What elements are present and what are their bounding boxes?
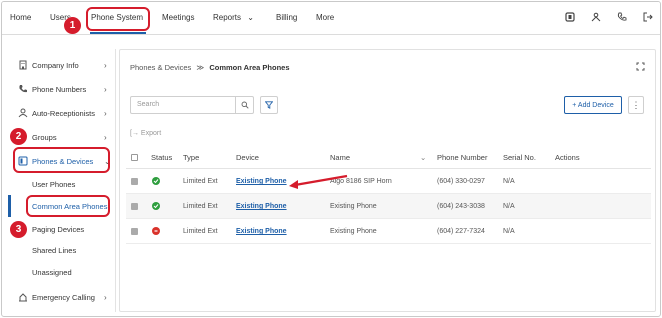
search-icon [241, 101, 249, 109]
column-header-device[interactable]: Device [236, 153, 259, 162]
chevron-right-icon: › [104, 60, 107, 70]
main-panel: Phones & Devices ≫ Common Area Phones Se… [119, 49, 656, 312]
chevron-right-icon: › [104, 292, 107, 302]
sidebar-subitem-shared-lines[interactable]: Shared Lines [32, 246, 76, 255]
nav-reports[interactable]: Reports ⌄ [213, 13, 254, 22]
active-nav-underline [90, 32, 146, 34]
building-icon [19, 60, 27, 70]
cell-phone: (604) 330-0297 [437, 178, 485, 185]
nav-billing[interactable]: Billing [276, 13, 297, 22]
sidebar-item-label: Company Info [32, 60, 79, 70]
breadcrumb-separator: ≫ [196, 63, 205, 72]
cell-type: Limited Ext [183, 178, 218, 185]
user-icon[interactable] [590, 11, 602, 23]
sidebar-item-auto-receptionists[interactable]: Auto-Receptionists › [8, 105, 116, 121]
column-header-status[interactable]: Status [151, 153, 172, 162]
cell-name: Existing Phone [330, 203, 377, 210]
status-online-icon [152, 202, 160, 210]
chevron-right-icon: › [104, 108, 107, 118]
active-indicator [8, 195, 11, 217]
callout-number-1: 1 [64, 17, 81, 34]
logout-icon[interactable] [642, 11, 654, 23]
add-device-button[interactable]: + Add Device [564, 96, 622, 114]
cell-device-link[interactable]: Existing Phone [236, 203, 287, 210]
search-button[interactable] [235, 97, 253, 113]
chevron-right-icon: › [104, 84, 107, 94]
cell-phone: (604) 243-3038 [437, 203, 485, 210]
breadcrumb-current: Common Area Phones [209, 63, 290, 72]
export-label: Export [140, 130, 162, 137]
row-checkbox[interactable] [131, 228, 138, 235]
chevron-right-icon: › [104, 132, 107, 142]
cell-type: Limited Ext [183, 203, 218, 210]
cell-serial: N/A [503, 203, 515, 210]
nav-reports-label: Reports [213, 13, 242, 22]
phone-numbers-icon [19, 85, 27, 93]
status-online-icon [152, 177, 160, 185]
chevron-down-icon: ⌄ [247, 13, 254, 22]
callout-arrow [289, 174, 348, 189]
column-header-serial[interactable]: Serial No. [503, 153, 536, 162]
callout-highlight-phones-devices [13, 147, 110, 173]
callout-number-2: 2 [10, 128, 27, 145]
nav-more[interactable]: More [316, 13, 334, 22]
export-button[interactable]: [→ Export [130, 130, 161, 137]
expand-icon[interactable] [636, 62, 645, 73]
search-placeholder: Search [137, 101, 160, 108]
sort-chevron-icon[interactable]: ⌄ [420, 153, 426, 162]
sidebar-item-label: Phone Numbers [32, 84, 87, 94]
cell-phone: (604) 227-7324 [437, 228, 485, 235]
column-header-actions: Actions [555, 153, 580, 162]
callout-highlight-phone-system [86, 7, 150, 31]
column-header-name[interactable]: Name [330, 153, 350, 162]
app-window: Home Users Phone System Meetings Reports… [1, 1, 661, 317]
nav-meetings[interactable]: Meetings [162, 13, 194, 22]
sidebar-item-label: Groups [32, 132, 57, 142]
sidebar-item-company-info[interactable]: Company Info › [8, 57, 116, 73]
column-header-type[interactable]: Type [183, 153, 199, 162]
row-checkbox[interactable] [131, 178, 138, 185]
column-header-phone-number[interactable]: Phone Number [437, 153, 487, 162]
agent-icon[interactable] [564, 11, 576, 23]
receptionist-icon [18, 108, 28, 118]
filter-button[interactable] [260, 96, 278, 114]
phone-icon[interactable] [616, 11, 628, 23]
sidebar-item-emergency-calling[interactable]: Emergency Calling › [8, 289, 116, 305]
cell-device-link[interactable]: Existing Phone [236, 228, 287, 235]
cell-serial: N/A [503, 178, 515, 185]
sidebar-item-label: Auto-Receptionists [32, 108, 95, 118]
sidebar-item-label: Emergency Calling [32, 292, 95, 302]
table-row[interactable]: Limited Ext Existing Phone Algo 8186 SIP… [126, 169, 651, 194]
select-all-checkbox[interactable] [131, 154, 138, 161]
cell-serial: N/A [503, 228, 515, 235]
more-options-button[interactable]: ⋮ [628, 96, 644, 114]
status-offline-icon [152, 227, 160, 235]
sidebar-subitem-user-phones[interactable]: User Phones [32, 180, 75, 189]
sidebar-subitem-unassigned[interactable]: Unassigned [32, 268, 72, 277]
filter-icon [265, 101, 273, 109]
search-input[interactable]: Search [130, 96, 254, 114]
sidebar-item-phone-numbers[interactable]: Phone Numbers › [8, 81, 116, 97]
cell-name: Existing Phone [330, 228, 377, 235]
table-row[interactable]: Limited Ext Existing Phone Existing Phon… [126, 194, 651, 219]
cell-type: Limited Ext [183, 228, 218, 235]
breadcrumb: Phones & Devices ≫ Common Area Phones [130, 63, 290, 72]
table-row[interactable]: Limited Ext Existing Phone Existing Phon… [126, 219, 651, 244]
callout-number-3: 3 [10, 221, 27, 238]
breadcrumb-parent[interactable]: Phones & Devices [130, 63, 191, 72]
sidebar-subitem-paging-devices[interactable]: Paging Devices [32, 225, 84, 234]
nav-home[interactable]: Home [10, 13, 31, 22]
row-checkbox[interactable] [131, 203, 138, 210]
callout-highlight-common-area-phones [26, 195, 110, 217]
sidebar: Company Info › Phone Numbers › Auto-Rece… [8, 49, 116, 312]
cell-device-link[interactable]: Existing Phone [236, 178, 287, 185]
export-icon: [→ [130, 130, 139, 137]
nav-icon-group [564, 11, 654, 23]
emergency-icon [19, 293, 27, 302]
